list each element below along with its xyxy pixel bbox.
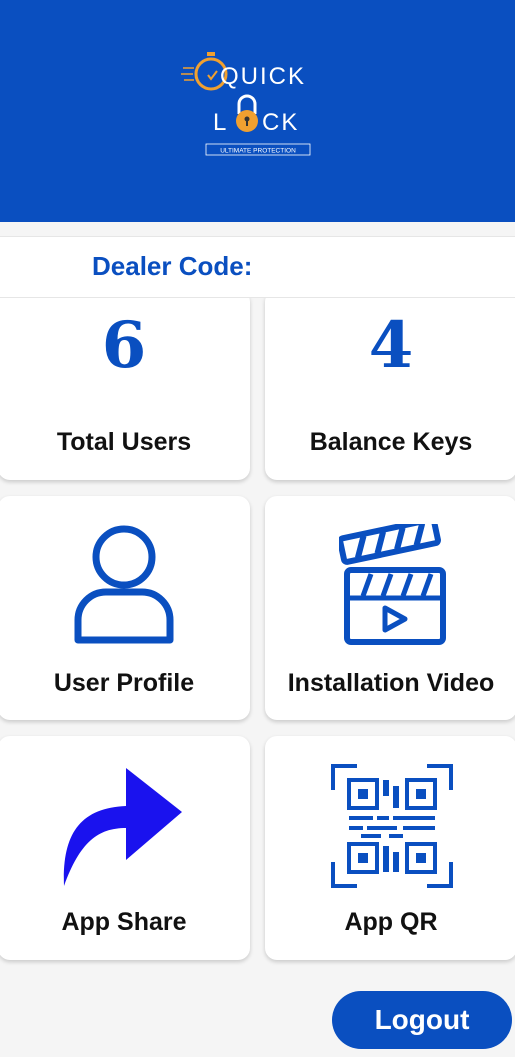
- balance-keys-card[interactable]: 4 Balance Keys: [265, 290, 515, 480]
- app-share-label: App Share: [61, 908, 187, 936]
- share-arrow-icon: [63, 768, 183, 886]
- installation-video-card[interactable]: Installation Video: [265, 496, 515, 720]
- user-icon: [74, 525, 174, 644]
- balance-keys-value: 4: [368, 308, 414, 383]
- logout-button[interactable]: Logout: [332, 991, 512, 1049]
- svg-text:QUICK: QUICK: [220, 63, 306, 90]
- user-profile-label: User Profile: [53, 669, 195, 697]
- quick-lock-logo: QUICK L CK ULTIMATE PROTECTION: [181, 52, 311, 156]
- balance-keys-label: Balance Keys: [309, 428, 473, 456]
- app-qr-card[interactable]: App QR: [265, 736, 515, 960]
- qr-code-icon: [331, 764, 453, 888]
- svg-text:ULTIMATE PROTECTION: ULTIMATE PROTECTION: [220, 148, 296, 155]
- svg-text:L: L: [213, 109, 226, 136]
- total-users-value: 6: [101, 308, 147, 383]
- dealer-code-label: Dealer Code:: [92, 251, 253, 281]
- dealer-code-bar: Dealer Code:: [0, 236, 515, 298]
- total-users-card[interactable]: 6 Total Users: [0, 290, 250, 480]
- header-banner: QUICK L CK ULTIMATE PROTECTION: [0, 0, 515, 222]
- clapperboard-play-icon: [339, 524, 446, 645]
- app-qr-label: App QR: [344, 908, 438, 936]
- installation-video-label: Installation Video: [287, 669, 495, 697]
- total-users-label: Total Users: [56, 428, 192, 456]
- user-profile-card[interactable]: User Profile: [0, 496, 250, 720]
- app-share-card[interactable]: App Share: [0, 736, 250, 960]
- svg-text:CK: CK: [262, 109, 299, 136]
